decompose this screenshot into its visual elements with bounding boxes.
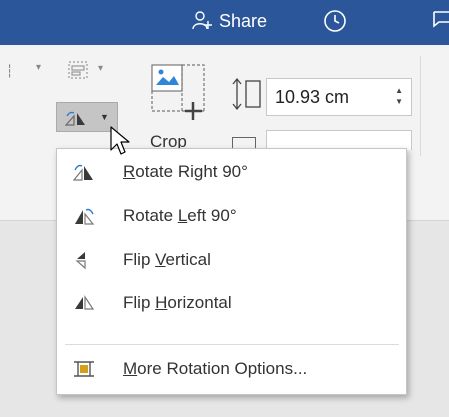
flip-horizontal-icon — [75, 295, 95, 310]
menu-item-label: More Rotation Options... — [123, 359, 308, 378]
menu-separator — [65, 344, 399, 345]
menu-item-label: Rotate Right 90° — [123, 162, 248, 181]
shape-height-icon — [232, 77, 261, 111]
share-label: Share — [219, 10, 268, 31]
rotate-right-icon — [73, 164, 93, 181]
menu-item-more-rotation-options[interactable]: More Rotation Options... — [57, 348, 406, 390]
rotate-button[interactable]: ▼ — [56, 102, 118, 132]
shape-height-value: 10.93 cm — [275, 87, 350, 107]
history-icon[interactable] — [322, 8, 348, 34]
mouse-pointer-icon — [110, 126, 130, 155]
height-spinner-icon[interactable]: ▲ ▼ — [395, 85, 403, 107]
align-icon[interactable] — [62, 58, 96, 86]
title-bar: Share — [0, 0, 449, 45]
rotate-right-icon — [65, 111, 85, 126]
shape-width-input[interactable] — [266, 130, 412, 150]
more-rotation-options-icon — [74, 361, 94, 377]
flip-vertical-icon — [75, 252, 86, 270]
menu-item-flip-horizontal[interactable]: Flip Horizontal — [57, 282, 406, 324]
partial-ribbon-icon: ┆ — [6, 64, 14, 78]
menu-item-rotate-left[interactable]: Rotate Left 90° — [57, 195, 406, 237]
align-dropdown-arrow-icon[interactable]: ▾ — [98, 63, 103, 74]
shape-height-input[interactable]: 10.93 cm ▲ ▼ — [266, 78, 412, 116]
group-separator — [420, 56, 421, 156]
menu-item-label: Flip Vertical — [123, 250, 211, 269]
menu-item-flip-vertical[interactable]: Flip Vertical — [57, 239, 406, 281]
rotate-dropdown-arrow-icon: ▼ — [100, 112, 109, 122]
menu-item-label: Flip Horizontal — [123, 293, 232, 312]
comment-icon[interactable] — [432, 10, 449, 32]
menu-item-rotate-right[interactable]: Rotate Right 90° — [57, 151, 406, 193]
dropdown-arrow-icon[interactable]: ▾ — [36, 62, 41, 73]
menu-item-label: Rotate Left 90° — [123, 206, 237, 225]
rotate-left-icon — [75, 208, 95, 225]
add-person-icon — [192, 11, 212, 30]
share-button[interactable]: Share — [191, 6, 267, 36]
rotate-menu: Rotate Right 90° Rotate Left 90° Flip Ve… — [56, 148, 407, 395]
crop-icon[interactable] — [150, 63, 210, 127]
